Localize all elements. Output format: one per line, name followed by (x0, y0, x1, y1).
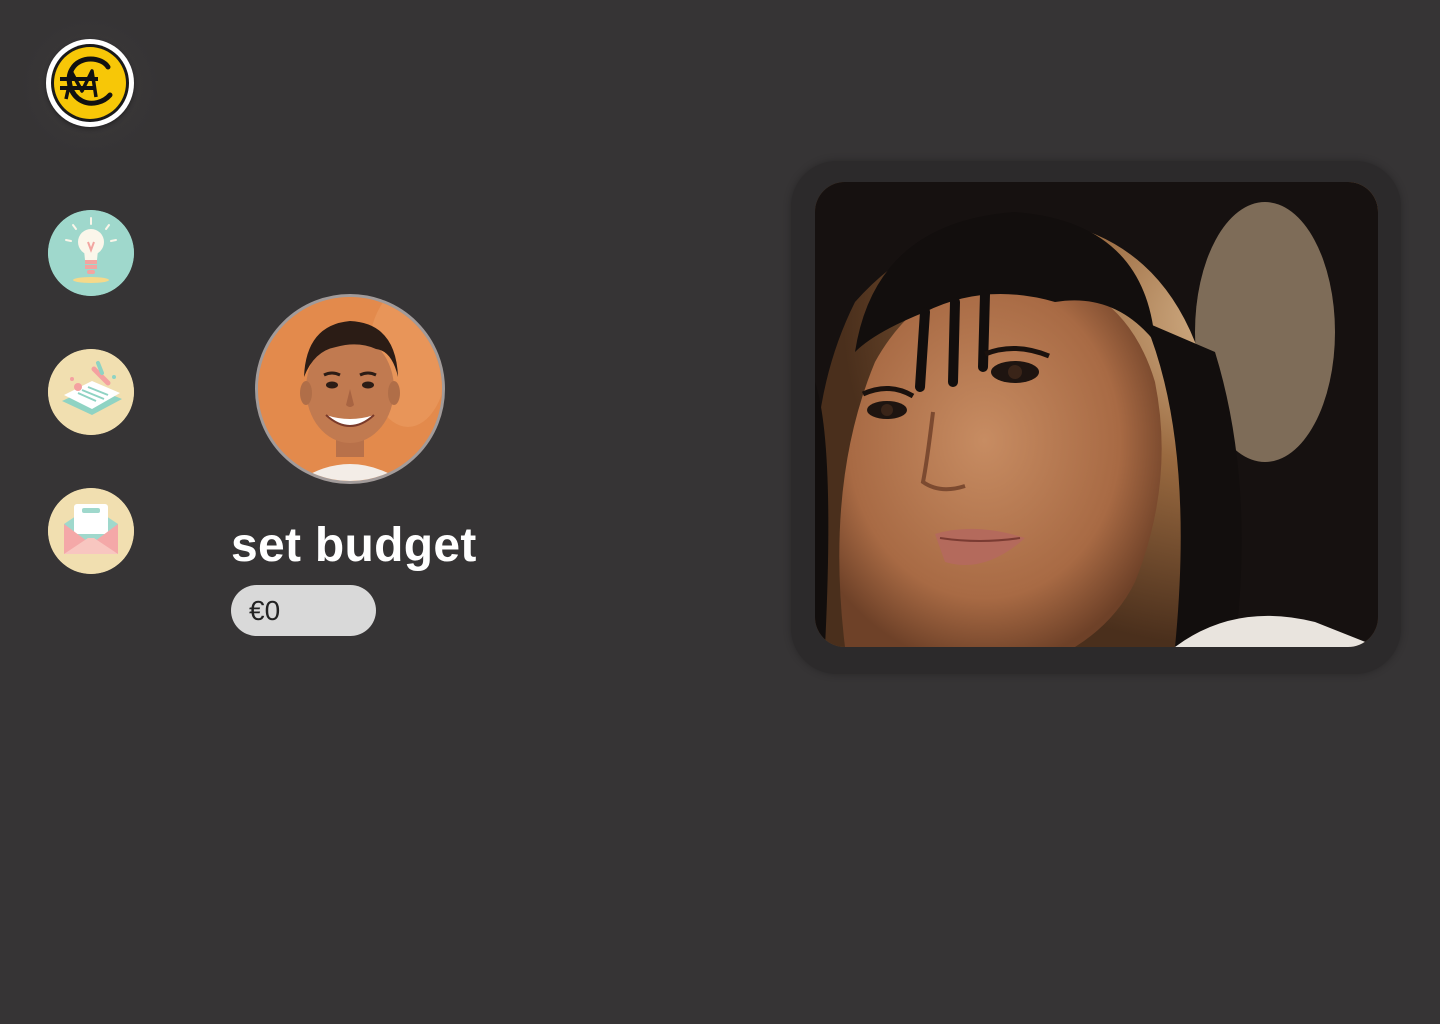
lightbulb-icon (48, 210, 134, 296)
envelope-icon (48, 488, 134, 574)
planner-notebook-icon (48, 349, 134, 435)
portrait-photo (815, 182, 1378, 647)
photo-frame (791, 161, 1401, 674)
set-budget-title: set budget (231, 519, 477, 572)
logo-halo (18, 14, 162, 158)
sidebar-item-mail[interactable] (48, 488, 134, 574)
sidebar-item-planner[interactable] (48, 349, 134, 435)
user-avatar[interactable] (255, 294, 445, 484)
sidebar-item-ideas[interactable] (48, 210, 134, 296)
budget-amount-input[interactable] (231, 585, 376, 636)
euro-coin-logo-icon[interactable] (46, 39, 134, 127)
budget-page: set budget (0, 0, 1440, 1024)
